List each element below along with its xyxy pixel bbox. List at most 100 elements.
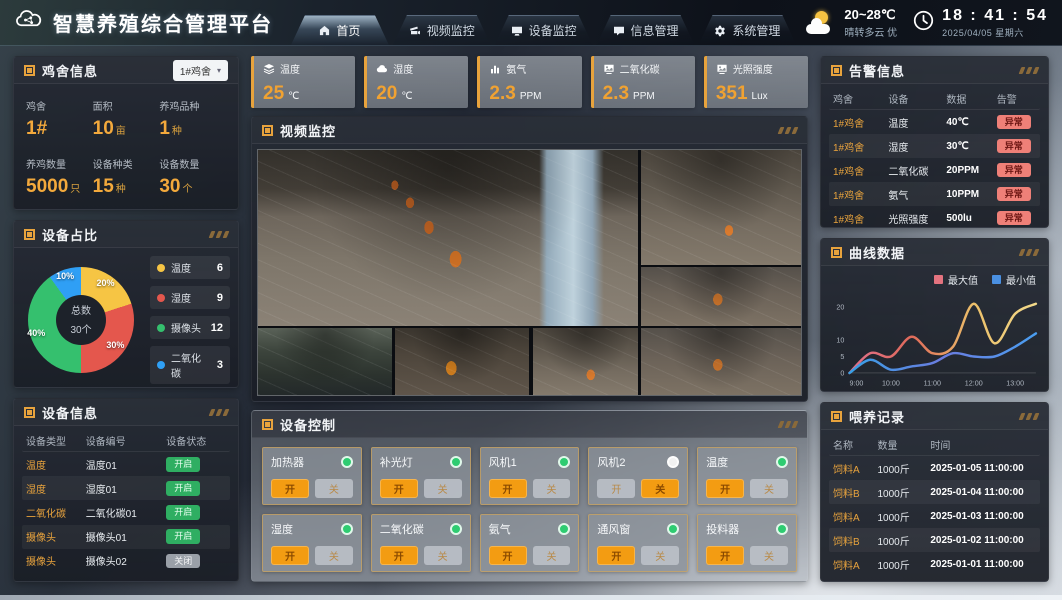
on-button[interactable]: 开 (597, 546, 635, 565)
stat-unit: 只 (70, 184, 80, 195)
legend-swatch (934, 275, 943, 284)
status-badge: 开启 (166, 505, 200, 520)
table-row[interactable]: 饲料A1000斤2025-01-01 11:00:00 (829, 552, 1040, 576)
right-column: 告警信息 鸡舍设备数据告警1#鸡舍温度40℃异常1#鸡舍湿度30℃异常1#鸡舍二… (820, 56, 1049, 582)
on-button[interactable]: 开 (380, 479, 418, 498)
on-button[interactable]: 开 (271, 546, 309, 565)
table-row[interactable]: 1#鸡舍光照强度500lu异常 (829, 206, 1040, 228)
panel-menu-dots (210, 231, 228, 238)
alarm-info-panel: 告警信息 鸡舍设备数据告警1#鸡舍温度40℃异常1#鸡舍湿度30℃异常1#鸡舍二… (820, 56, 1049, 228)
status-dot (450, 456, 462, 468)
stat-value: 15种 (93, 176, 160, 198)
on-button[interactable]: 开 (597, 479, 635, 498)
video-mosaic (257, 149, 802, 396)
sensor-value: 2.3 (489, 84, 515, 103)
camera-feed-bottom-1[interactable] (258, 328, 392, 395)
off-button[interactable]: 关 (533, 479, 571, 498)
alarm-badge[interactable]: 异常 (997, 211, 1031, 226)
device-type-cell: 摄像头 (26, 553, 86, 568)
device-info-header: 设备信息 (14, 399, 238, 426)
off-button[interactable]: 关 (641, 479, 679, 498)
table-row[interactable]: 1#鸡舍温度40℃异常 (829, 110, 1040, 134)
nav-tab-home[interactable]: 首页 (291, 15, 389, 45)
legend-swatch (992, 275, 1001, 284)
off-button[interactable]: 关 (424, 479, 462, 498)
device-type-cell: 摄像头 (26, 529, 86, 544)
main-nav: 首页 视频监控设备监控信息管理系统管理 (291, 0, 796, 45)
status-dot (776, 523, 788, 535)
table-row[interactable]: 饲料B1000斤2025-01-04 11:00:00 (829, 480, 1040, 504)
off-button[interactable]: 关 (315, 479, 353, 498)
off-button[interactable]: 关 (750, 479, 788, 498)
table-row[interactable]: 1#鸡舍湿度30℃异常 (829, 134, 1040, 158)
control-name: 氨气 (489, 521, 511, 537)
sensor-card-1: 湿度20℃ (364, 56, 468, 108)
table-row[interactable]: 饲料A1000斤2025-01-03 11:00:00 (829, 504, 1040, 528)
sensor-value: 2.3 (603, 84, 629, 103)
on-button[interactable]: 开 (380, 546, 418, 565)
control-card-top: 氨气 (489, 521, 571, 537)
alarm-data-cell: 40℃ (946, 117, 996, 128)
table-row[interactable]: 1#鸡舍氨气10PPM异常 (829, 182, 1040, 206)
device-ratio-legend: 温度6湿度9摄像头12二氧化碳3 (150, 256, 230, 384)
on-button[interactable]: 开 (489, 479, 527, 498)
house-stats-grid: 鸡舍1#面积10亩养鸡品种1种养鸡数量5000只设备种类15种设备数量30个 (14, 84, 238, 210)
off-button[interactable]: 关 (315, 546, 353, 565)
donut-percent-label: 30% (106, 340, 124, 350)
sensor-value: 25 (263, 84, 284, 103)
legend-dot (157, 264, 165, 272)
control-card-1: 补光灯开关 (371, 447, 471, 505)
device-id-cell: 二氧化碳01 (86, 505, 167, 520)
legend-name: 湿度 (171, 290, 211, 305)
off-button[interactable]: 关 (750, 546, 788, 565)
on-button[interactable]: 开 (271, 479, 309, 498)
camera-feed-bottom-3[interactable] (533, 328, 638, 395)
camera-feed-bottom-4[interactable] (641, 328, 801, 395)
nav-tab-label: 首页 (336, 22, 360, 39)
sensor-name: 氨气 (506, 61, 526, 76)
alarm-badge[interactable]: 异常 (997, 139, 1031, 154)
control-name: 加热器 (271, 454, 304, 470)
house-select-dropdown[interactable]: 1#鸡舍 ▾ (173, 60, 228, 81)
table-row[interactable]: 摄像头摄像头02关闭 (22, 549, 230, 573)
table-row[interactable]: 饲料A1000斤2025-01-05 11:00:00 (829, 456, 1040, 480)
legend-dot (157, 324, 165, 332)
table-row[interactable]: 饲料B1000斤2025-01-02 11:00:00 (829, 528, 1040, 552)
table-row[interactable]: 1#鸡舍二氧化碳20PPM异常 (829, 158, 1040, 182)
nav-tab-video[interactable]: 视频监控 (393, 15, 491, 45)
camera-feed-right-top[interactable] (641, 150, 801, 265)
alarm-info-header: 告警信息 (821, 57, 1048, 84)
nav-tab-device[interactable]: 设备监控 (495, 15, 593, 45)
camera-feed-main[interactable] (258, 150, 638, 326)
alarm-badge[interactable]: 异常 (997, 163, 1031, 178)
table-row[interactable]: 湿度湿度01开启 (22, 476, 230, 500)
off-button[interactable]: 关 (641, 546, 679, 565)
off-button[interactable]: 关 (424, 546, 462, 565)
feed-amount-cell: 1000斤 (877, 509, 930, 524)
nav-tab-info[interactable]: 信息管理 (597, 15, 695, 45)
table-row[interactable]: 二氧化碳二氧化碳01开启 (22, 500, 230, 524)
panel-title: 曲线数据 (849, 243, 1013, 262)
feed-amount-cell: 1000斤 (877, 485, 930, 500)
off-button[interactable]: 关 (533, 546, 571, 565)
device-info-panel: 设备信息 设备类型设备编号设备状态温度温度01开启湿度湿度01开启二氧化碳二氧化… (13, 398, 239, 582)
status-dot (776, 456, 788, 468)
nav-tab-system[interactable]: 系统管理 (699, 15, 797, 45)
gear-icon (714, 25, 726, 37)
on-button[interactable]: 开 (489, 546, 527, 565)
device-id-cell: 摄像头02 (86, 553, 167, 568)
status-dot (450, 523, 462, 535)
on-button[interactable]: 开 (706, 479, 744, 498)
alarm-badge[interactable]: 异常 (997, 115, 1031, 130)
table-row[interactable]: 温度温度01开启 (22, 452, 230, 476)
device-ratio-panel: 设备占比 总数 30个 20%30%40%10% 温度6湿度9摄像头12二氧化碳… (13, 220, 239, 388)
camera-feed-bottom-2[interactable] (395, 328, 529, 395)
alarm-badge[interactable]: 异常 (997, 187, 1031, 202)
header-right: 20~28℃ 晴转多云 优 18 : 41 : 54 2025/04/05 星期… (796, 0, 1062, 45)
camera-feed-right-mid[interactable] (641, 267, 801, 326)
table-row[interactable]: 摄像头摄像头01开启 (22, 525, 230, 549)
alarm-house-cell: 1#鸡舍 (833, 163, 888, 178)
column-header: 设备状态 (166, 433, 226, 448)
panel-title: 告警信息 (849, 61, 1013, 80)
on-button[interactable]: 开 (706, 546, 744, 565)
